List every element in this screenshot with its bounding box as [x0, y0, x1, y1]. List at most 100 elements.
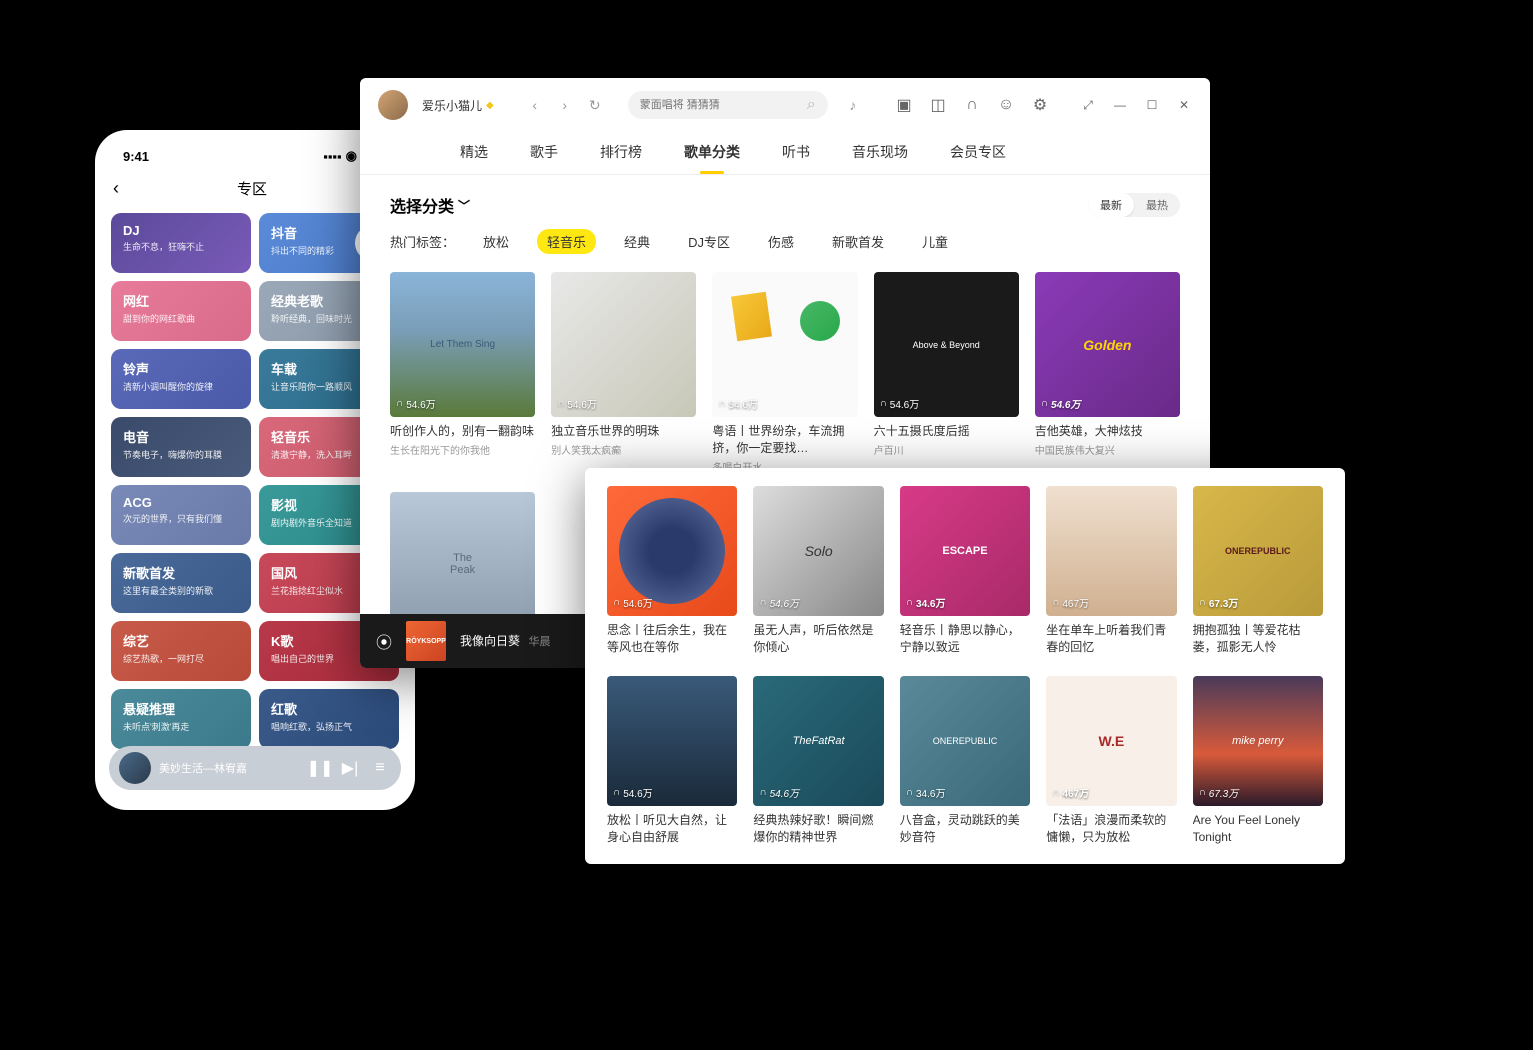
tab-audiobooks[interactable]: 听书	[782, 132, 810, 174]
playlist-author: 别人笑我太疯癫	[551, 442, 696, 457]
tag-dj[interactable]: DJ专区	[678, 229, 740, 254]
tab-vip[interactable]: 会员专区	[950, 132, 1006, 174]
category-tile[interactable]: 红歌唱响红歌，弘扬正气	[259, 689, 399, 749]
player-cover[interactable]: RÖYKSOPP	[406, 621, 446, 661]
playlist-cover: ONEREPUBLIC∩34.6万	[900, 676, 1030, 806]
chevron-down-icon: ﹀	[458, 197, 470, 214]
play-count: ∩54.6万	[396, 396, 436, 411]
nav-forward-icon[interactable]: ›	[554, 94, 576, 116]
tab-playlists[interactable]: 歌单分类	[684, 132, 740, 174]
playlist-cover: ∩467万	[1046, 486, 1176, 616]
playlist-icon[interactable]: ≡	[369, 757, 391, 779]
maximize-icon[interactable]: ☐	[1144, 97, 1160, 113]
message-icon[interactable]: ☺	[996, 95, 1016, 115]
category-tile[interactable]: ACG次元的世界，只有我们懂	[111, 485, 251, 545]
playlist-item[interactable]: ∩54.6万 思念丨往后余生，我在等风也在等你	[607, 486, 737, 656]
playlist-item[interactable]: TheFatRat∩54.6万 经典热辣好歌！瞬间燃爆你的精神世界	[753, 676, 883, 846]
player-song-info[interactable]: 我像向日葵 华晨	[460, 632, 550, 650]
window-controls: ⤢ — ☐ ✕	[1080, 97, 1192, 113]
playlist-grid-row1: Let Them Sing∩54.6万 听创作人的，别有一翻韵味 生长在阳光下的…	[390, 272, 1180, 474]
play-count: ∩467万	[1052, 595, 1089, 610]
play-count: ∩467万	[1052, 785, 1089, 800]
user-avatar[interactable]	[378, 90, 408, 120]
playlist-item[interactable]: Golden∩54.6万 吉他英雄，大神炫技 中国民族伟大复兴	[1035, 272, 1180, 474]
player-song-title: 我像向日葵	[460, 634, 520, 648]
tag-new[interactable]: 新歌首发	[822, 229, 894, 254]
category-tile[interactable]: 综艺综艺热歌，一网打尽	[111, 621, 251, 681]
playlist-title: 独立音乐世界的明珠	[551, 423, 696, 440]
pause-icon[interactable]: ❚❚	[309, 757, 331, 779]
playlist-item[interactable]: ESCAPE∩34.6万 轻音乐丨静思以静心，宁静以致远	[900, 486, 1030, 656]
tag-light-music[interactable]: 轻音乐	[537, 229, 596, 254]
player-toggle-icon[interactable]: ⦿	[376, 629, 392, 653]
playlist-item[interactable]: ONEREPUBLIC∩67.3万 拥抱孤独丨等爱花枯萎，孤影无人怜	[1193, 486, 1323, 656]
tag-kids[interactable]: 儿童	[912, 229, 958, 254]
tab-featured[interactable]: 精选	[460, 132, 488, 174]
tab-charts[interactable]: 排行榜	[600, 132, 642, 174]
theme-icon[interactable]: ▣	[894, 95, 914, 115]
playlist-title: 经典热辣好歌！瞬间燃爆你的精神世界	[753, 812, 883, 846]
phone-player-bar[interactable]: 美妙生活—林宥嘉 ❚❚ ▶| ≡	[109, 746, 401, 790]
sort-latest[interactable]: 最新	[1088, 193, 1134, 217]
headphone-icon: ∩	[613, 787, 620, 798]
playlist-item[interactable]: Solo∩54.6万 虽无人声，听后依然是你倾心	[753, 486, 883, 656]
playlist-item[interactable]: ∩54.6万 独立音乐世界的明珠 别人笑我太疯癫	[551, 272, 696, 474]
category-tile[interactable]: 铃声清新小调叫醒你的旋律	[111, 349, 251, 409]
mini-icon[interactable]: ⤢	[1080, 97, 1096, 113]
headphone-icon: ∩	[759, 597, 766, 608]
playlist-author: 中国民族伟大复兴	[1035, 442, 1180, 457]
music-recognition-icon[interactable]: ♪	[842, 94, 864, 116]
playlist-cover: W.E∩467万	[1046, 676, 1176, 806]
playlist-item[interactable]: ONEREPUBLIC∩34.6万 八音盒，灵动跳跃的美妙音符	[900, 676, 1030, 846]
tab-live[interactable]: 音乐现场	[852, 132, 908, 174]
playlist-item[interactable]: Above & Beyond∩54.6万 六十五摄氏度后摇 卢百川	[874, 272, 1019, 474]
playlist-cover: ∩54.6万	[607, 486, 737, 616]
playlist-item[interactable]: W.E∩467万 「法语」浪漫而柔软的慵懒，只为放松	[1046, 676, 1176, 846]
refresh-icon[interactable]: ↻	[584, 94, 606, 116]
category-tile[interactable]: DJ生命不息，狂嗨不止	[111, 213, 251, 273]
playlist-title: 轻音乐丨静思以静心，宁静以致远	[900, 622, 1030, 656]
playlist-title: 虽无人声，听后依然是你倾心	[753, 622, 883, 656]
tag-classic[interactable]: 经典	[614, 229, 660, 254]
tag-sad[interactable]: 伤感	[758, 229, 804, 254]
tags-row: 热门标签： 放松 轻音乐 经典 DJ专区 伤感 新歌首发 儿童	[390, 229, 1180, 254]
playlist-item[interactable]: mike perry∩67.3万 Are You Feel Lonely Ton…	[1193, 676, 1323, 846]
next-icon[interactable]: ▶|	[339, 757, 361, 779]
phone-category-grid: DJ生命不息，狂嗨不止 抖音抖出不同的精彩♪ 网红甜到你的网红歌曲 经典老歌聆听…	[107, 213, 403, 753]
settings-icon[interactable]: ⚙	[1030, 95, 1050, 115]
user-name[interactable]: 爱乐小猫儿◆	[422, 97, 494, 114]
back-icon[interactable]: ‹	[113, 178, 119, 199]
minimize-icon[interactable]: —	[1112, 97, 1128, 113]
close-icon[interactable]: ✕	[1176, 97, 1192, 113]
tab-artists[interactable]: 歌手	[530, 132, 558, 174]
headphone-icon: ∩	[613, 597, 620, 608]
category-tile[interactable]: 电音节奏电子，嗨爆你的耳膜	[111, 417, 251, 477]
playlist-title: 坐在单车上听着我们青春的回忆	[1046, 622, 1176, 656]
playlist-title: 听创作人的，别有一翻韵味	[390, 423, 535, 440]
playlist-title: Are You Feel Lonely Tonight	[1193, 812, 1323, 846]
playlist-item[interactable]: ∩54.6万 放松丨听见大自然，让身心自由舒展	[607, 676, 737, 846]
category-tile[interactable]: 悬疑推理未听点'刺激'再走	[111, 689, 251, 749]
playlist-item[interactable]: ∩54.6万 粤语丨世界纷杂，车流拥挤，你一定要找… 多喝白开水	[712, 272, 857, 474]
headphone-icon: ∩	[1052, 597, 1059, 608]
headphone-icon: ∩	[1041, 398, 1048, 409]
category-tile[interactable]: 网红甜到你的网红歌曲	[111, 281, 251, 341]
playlist-title: 八音盒，灵动跳跃的美妙音符	[900, 812, 1030, 846]
tag-relax[interactable]: 放松	[473, 229, 519, 254]
playlist-cover: ONEREPUBLIC∩67.3万	[1193, 486, 1323, 616]
playlist-cover: Golden∩54.6万	[1035, 272, 1180, 417]
vip-diamond-icon: ◆	[486, 100, 494, 111]
skin-icon[interactable]: ◫	[928, 95, 948, 115]
search-icon[interactable]: ⌕	[807, 96, 816, 114]
category-tile[interactable]: 新歌首发这里有最全类别的新歌	[111, 553, 251, 613]
nav-back-icon[interactable]: ‹	[524, 94, 546, 116]
section-title[interactable]: 选择分类 ﹀	[390, 193, 470, 217]
search-input[interactable]	[640, 99, 801, 111]
status-time: 9:41	[123, 149, 149, 164]
playlist-item[interactable]: Let Them Sing∩54.6万 听创作人的，别有一翻韵味 生长在阳光下的…	[390, 272, 535, 474]
playlist-item[interactable]: ∩467万 坐在单车上听着我们青春的回忆	[1046, 486, 1176, 656]
play-count: ∩54.6万	[613, 785, 653, 800]
sort-hottest[interactable]: 最热	[1134, 193, 1180, 217]
headphone-icon[interactable]: ∩	[962, 95, 982, 115]
search-box[interactable]: ⌕	[628, 91, 828, 119]
